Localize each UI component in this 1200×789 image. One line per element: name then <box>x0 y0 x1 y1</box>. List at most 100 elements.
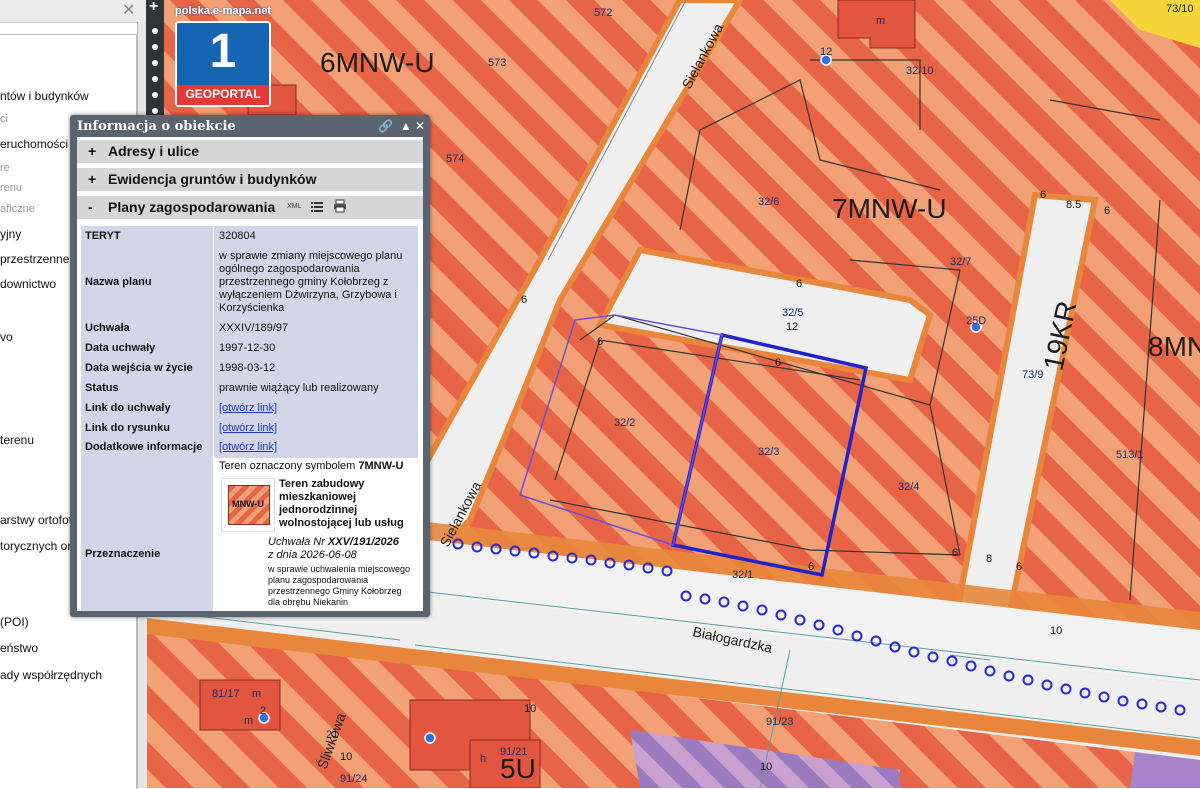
purpose-teren: Teren oznaczony symbolem 7MNW-U <box>219 460 413 473</box>
close-icon[interactable]: ✕ <box>122 0 135 20</box>
dimension-label: 10 <box>524 703 536 715</box>
zoom-level-dot[interactable] <box>152 92 158 98</box>
plot-label: 32/4 <box>898 481 919 493</box>
layer-item[interactable]: aficzne <box>0 203 35 215</box>
plot-label: 2 <box>260 705 266 717</box>
plot-label: m <box>876 15 885 27</box>
zoom-level-dot[interactable] <box>152 76 158 82</box>
section-land-registry[interactable]: + Ewidencja gruntów i budynków <box>77 168 423 192</box>
resolution-prefix: Uchwała Nr <box>268 536 325 548</box>
plot-label: 513/1 <box>1116 449 1144 461</box>
plot-label: 32/10 <box>906 65 934 77</box>
row-value: 1998-03-12 <box>219 362 276 374</box>
dimension-label: 6 <box>597 336 603 348</box>
plot-label: 32/3 <box>758 446 779 458</box>
plot-label: 32/5 <box>782 307 803 319</box>
expand-icon[interactable]: + <box>88 171 96 187</box>
dimension-label: 6 <box>808 561 814 573</box>
section-label: Adresy i ulice <box>108 143 200 159</box>
plot-label: 73/10 <box>1166 3 1194 15</box>
dimension-label: 6 <box>796 278 802 290</box>
logo-number: 1 <box>209 25 237 78</box>
row-value: XXXIV/189/97 <box>219 322 289 334</box>
layer-item[interactable]: arstwy ortofot <box>0 513 72 527</box>
layer-item[interactable]: przestrzenne <box>0 252 69 266</box>
layer-item[interactable]: ci <box>0 113 8 125</box>
row-key: Status <box>85 382 119 394</box>
collapse-section-icon[interactable]: - <box>88 199 93 215</box>
layer-item[interactable]: eruchomości <box>0 137 68 151</box>
dimension-label: 8 <box>986 553 992 565</box>
resolution-number: XXV/191/2026 <box>327 536 399 548</box>
zoom-in-button[interactable]: + <box>149 0 158 16</box>
layer-item[interactable]: ady współrzędnych <box>0 668 102 682</box>
dimension-label: 12 <box>786 321 798 333</box>
row-key: Dodatkowe informacje <box>85 441 203 453</box>
zoom-bar[interactable]: + <box>146 0 164 125</box>
dimension-label: 6 <box>775 357 781 369</box>
plot-label: 572 <box>594 7 612 19</box>
link-icon[interactable]: 🔗 <box>378 119 393 133</box>
plot-label: 81/17 <box>212 688 240 700</box>
zoom-level-dot[interactable] <box>152 108 158 114</box>
dimension-label: 8.5 <box>1066 199 1081 211</box>
plot-label: 25D <box>966 315 986 327</box>
layer-item[interactable]: downictwo <box>0 277 56 291</box>
purpose-resolution-text: w sprawie uchwalenia miejscowego planu z… <box>268 564 411 607</box>
expand-icon[interactable]: + <box>88 143 96 159</box>
zoom-level-dot[interactable] <box>152 28 158 34</box>
dimension-label: 10 <box>760 761 772 773</box>
open-link[interactable]: [otwórz link] <box>219 402 277 414</box>
plot-label: 91/21 <box>500 746 528 758</box>
open-link[interactable]: [otwórz link] <box>219 441 277 453</box>
plot-label: 574 <box>446 153 464 165</box>
row-key: Przeznaczenie <box>85 548 161 560</box>
list-icon[interactable] <box>311 200 323 212</box>
zoom-level-dot[interactable] <box>152 44 158 50</box>
row-value: w sprawie zmiany miejscowego planu ogóln… <box>219 250 403 314</box>
xml-icon[interactable]: XML <box>287 203 301 210</box>
purpose-description: Teren zabudowy mieszkaniowej jednorodzin… <box>279 478 404 529</box>
section-addresses[interactable]: + Adresy i ulice <box>77 140 423 164</box>
info-body: + Adresy i ulice + Ewidencja gruntów i b… <box>77 137 423 611</box>
layer-item[interactable]: torycznych or <box>0 539 71 553</box>
open-link[interactable]: [otwórz link] <box>219 422 277 434</box>
row-value: [otwórz link] <box>219 422 413 435</box>
section-label: Ewidencja gruntów i budynków <box>108 171 317 187</box>
dimension-label: 6 <box>1104 205 1110 217</box>
row-key: Link do uchwały <box>85 402 171 414</box>
layer-item[interactable]: ntów i budynków <box>0 89 89 103</box>
plot-label: 91/24 <box>340 773 368 785</box>
row-value: [otwórz link] <box>219 441 413 454</box>
plot-label: 32/7 <box>950 256 971 268</box>
section-label: Plany zagospodarowania <box>108 199 276 215</box>
plot-label: 91/23 <box>766 716 794 728</box>
layer-item[interactable]: (POI) <box>0 615 29 629</box>
layer-item[interactable]: vo <box>0 330 13 344</box>
collapse-icon[interactable]: ▲ <box>400 119 412 133</box>
plot-label: 12 <box>820 46 832 58</box>
dimension-label: 6 <box>521 294 527 306</box>
row-key: Link do rysunku <box>85 422 170 434</box>
row-value: [otwórz link] <box>219 402 413 415</box>
layer-item[interactable]: re <box>0 162 10 174</box>
zone-swatch: MNW-U <box>221 478 275 532</box>
plot-label: 32/2 <box>614 417 635 429</box>
layer-item[interactable]: eństwo <box>0 641 38 655</box>
print-icon[interactable] <box>333 199 347 213</box>
layer-item[interactable]: yjny <box>0 227 21 241</box>
plot-label: m <box>244 715 253 727</box>
object-info-window[interactable]: Informacja o obiekcie 🔗 ▲ ✕ + Adresy i u… <box>70 115 430 617</box>
plot-label: 32/1 <box>732 569 753 581</box>
section-zoning-plans[interactable]: - Plany zagospodarowania XML <box>77 196 423 220</box>
row-key: TERYT <box>85 230 121 242</box>
row-value: prawnie wiążący lub realizowany <box>219 382 379 394</box>
close-icon[interactable]: ✕ <box>415 119 425 133</box>
zone-label: 8MN <box>1148 331 1200 362</box>
layer-item[interactable]: renu <box>0 182 22 194</box>
dimension-label: 10 <box>340 751 352 763</box>
geoportal-logo[interactable]: polska.e-mapa.net 1 GEOPORTAL <box>175 3 271 107</box>
layer-item[interactable]: terenu <box>0 433 34 447</box>
zoom-level-dot[interactable] <box>152 60 158 66</box>
row-value: 320804 <box>219 230 256 242</box>
